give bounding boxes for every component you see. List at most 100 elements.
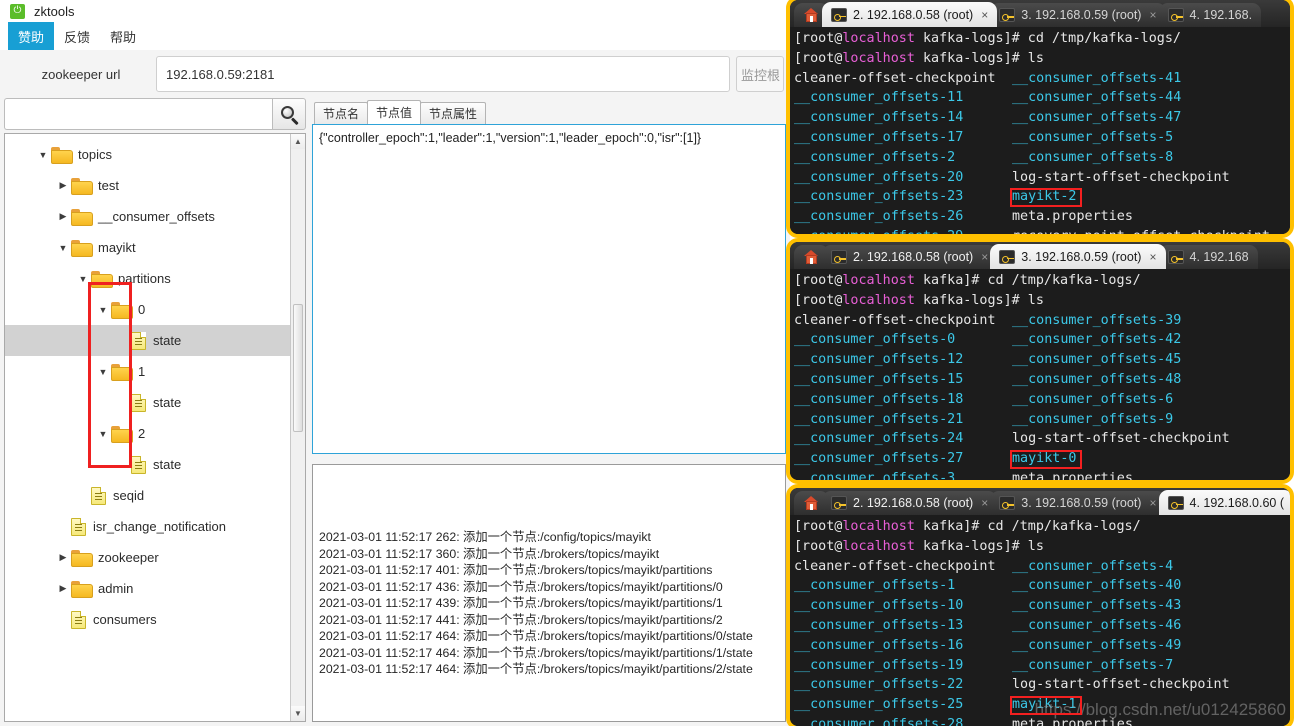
- tree-node-state[interactable]: ▶state: [5, 325, 290, 356]
- terminal-tab-2[interactable]: 3. 192.168.0.59 (root) ×: [990, 3, 1166, 27]
- terminal-output[interactable]: [root@localhost kafka]# cd /tmp/kafka-lo…: [790, 269, 1290, 480]
- tree-node-1[interactable]: ▼ 1: [5, 356, 290, 387]
- terminal-tab-label: 4. 192.168.: [1189, 8, 1253, 22]
- close-icon[interactable]: ×: [1149, 250, 1156, 264]
- search-button[interactable]: [272, 98, 306, 130]
- tab-node-attributes[interactable]: 节点属性: [420, 102, 487, 124]
- file-icon: [131, 393, 146, 412]
- tree-scrollbar[interactable]: ▲ ▼: [290, 134, 305, 721]
- terminal-output[interactable]: [root@localhost kafka-logs]# cd /tmp/kaf…: [790, 27, 1290, 234]
- terminal-listing-row: __consumer_offsets-23 mayikt-2: [794, 189, 1077, 205]
- chevron-right-icon[interactable]: ▶: [55, 552, 71, 563]
- app-title: zktools: [34, 3, 75, 19]
- terminal-tab-2[interactable]: 3. 192.168.0.59 (root) ×: [990, 244, 1166, 269]
- terminal-command-line: [root@localhost kafka-logs]# ls: [794, 538, 1044, 554]
- terminal-listing-row: __consumer_offsets-16 __consumer_offsets-…: [794, 637, 1182, 653]
- tree-node-label: mayikt: [98, 240, 136, 255]
- close-icon[interactable]: ×: [1149, 8, 1156, 22]
- monitor-root-button[interactable]: 监控根: [736, 56, 784, 92]
- tree-node-test[interactable]: ▶ test: [5, 170, 290, 201]
- terminal-command-line: [root@localhost kafka]# cd /tmp/kafka-lo…: [794, 273, 1141, 288]
- close-icon[interactable]: ×: [981, 496, 988, 510]
- tree-node-state[interactable]: ▶state: [5, 449, 290, 480]
- chevron-right-icon[interactable]: ▶: [55, 211, 71, 222]
- terminal-tab-3[interactable]: 4. 192.168.0.60 (: [1158, 490, 1290, 515]
- folder-icon: [71, 178, 93, 195]
- zookeeper-url-input[interactable]: 192.168.0.59:2181: [156, 56, 730, 92]
- search-icon: [280, 105, 299, 125]
- terminal-listing-row: __consumer_offsets-27 mayikt-0: [794, 451, 1077, 467]
- menu-item-feedback[interactable]: 反馈: [54, 22, 100, 50]
- node-value-textarea[interactable]: {"controller_epoch":1,"leader":1,"versio…: [312, 124, 786, 454]
- terminal-listing-row: __consumer_offsets-28 meta.properties: [794, 716, 1133, 726]
- terminal-tab-2[interactable]: 3. 192.168.0.59 (root) ×: [990, 491, 1166, 515]
- folder-icon: [111, 364, 133, 381]
- tree-node-seqid[interactable]: ▶seqid: [5, 480, 290, 511]
- terminal-tab-label: 3. 192.168.0.59 (root): [1021, 496, 1142, 510]
- file-icon: [71, 517, 86, 536]
- zookeeper-url-label: zookeeper url: [41, 66, 121, 82]
- terminal-listing-row: __consumer_offsets-20 log-start-offset-ch…: [794, 169, 1230, 185]
- key-icon: [831, 250, 847, 264]
- key-icon: [1167, 250, 1184, 264]
- tree-node-label: 1: [138, 364, 146, 379]
- scroll-track[interactable]: [291, 149, 305, 706]
- log-line: 2021-03-01 11:52:17 360: 添加一个节点:/brokers…: [319, 546, 660, 561]
- close-icon[interactable]: ×: [1149, 496, 1156, 510]
- scroll-thumb[interactable]: [293, 304, 303, 432]
- tree-node-label: 2: [138, 426, 146, 441]
- tab-node-name[interactable]: 节点名: [314, 102, 369, 124]
- terminal-tab-label: 4. 192.168: [1189, 250, 1249, 264]
- chevron-down-icon[interactable]: ▼: [75, 274, 91, 284]
- terminal-tab-3[interactable]: 4. 192.168.: [1158, 3, 1262, 27]
- terminal-listing-row: cleaner-offset-checkpoint __consumer_offs…: [794, 70, 1182, 86]
- file-icon: [131, 331, 146, 350]
- menu-item-sponsor[interactable]: 赞助: [8, 22, 55, 50]
- terminal-tab-3[interactable]: 4. 192.168: [1158, 245, 1258, 269]
- folder-icon: [71, 240, 93, 257]
- tree-node-2[interactable]: ▼ 2: [5, 418, 290, 449]
- terminal-tab-1[interactable]: 2. 192.168.0.58 (root) ×: [822, 245, 998, 269]
- terminal-tab-1[interactable]: 2. 192.168.0.58 (root) ×: [822, 2, 998, 27]
- chevron-right-icon[interactable]: ▶: [55, 180, 71, 191]
- tree-node-0[interactable]: ▼ 0: [5, 294, 290, 325]
- tree-node-label: isr_change_notification: [93, 519, 226, 534]
- key-icon: [831, 496, 847, 510]
- menu-item-help[interactable]: 帮助: [100, 22, 146, 50]
- tree-node-isr_change_notification[interactable]: ▶isr_change_notification: [5, 511, 290, 542]
- chevron-right-icon[interactable]: ▶: [55, 583, 71, 594]
- terminal-listing-row: __consumer_offsets-21 __consumer_offsets-…: [794, 411, 1174, 427]
- chevron-down-icon[interactable]: ▼: [95, 367, 111, 377]
- chevron-down-icon[interactable]: ▼: [55, 243, 71, 253]
- tree-node-mayikt[interactable]: ▼ mayikt: [5, 232, 290, 263]
- terminal-listing-row: __consumer_offsets-1 __consumer_offsets-4…: [794, 578, 1182, 594]
- chevron-down-icon[interactable]: ▼: [95, 305, 111, 315]
- close-icon[interactable]: ×: [981, 8, 988, 22]
- scroll-down-arrow[interactable]: ▼: [290, 706, 305, 721]
- tree-node-state[interactable]: ▶state: [5, 387, 290, 418]
- node-tree[interactable]: ▼ topics ▶ test ▶ __consumer_offsets ▼ mayikt ▼ p…: [5, 134, 290, 721]
- terminal-listing-row: __consumer_offsets-26 meta.properties: [794, 209, 1133, 225]
- home-icon: [804, 250, 819, 264]
- tree-node-topics[interactable]: ▼ topics: [5, 139, 290, 170]
- log-output[interactable]: 2021-03-01 11:52:17 262: 添加一个节点:/config/…: [313, 465, 785, 721]
- terminal-output[interactable]: [root@localhost kafka]# cd /tmp/kafka-lo…: [790, 515, 1290, 726]
- log-line: 2021-03-01 11:52:17 262: 添加一个节点:/config/…: [319, 530, 651, 544]
- scroll-up-arrow[interactable]: ▲: [290, 134, 305, 149]
- tree-node-admin[interactable]: ▶ admin: [5, 573, 290, 604]
- search-input[interactable]: [4, 98, 272, 130]
- terminal-listing-row: __consumer_offsets-18 __consumer_offsets-…: [794, 391, 1174, 407]
- close-icon[interactable]: ×: [981, 250, 988, 264]
- folder-icon: [71, 209, 93, 226]
- tree-node-partitions[interactable]: ▼ partitions: [5, 263, 290, 294]
- chevron-down-icon[interactable]: ▼: [95, 429, 111, 439]
- terminal-command-line: [root@localhost kafka-logs]# ls: [794, 292, 1044, 308]
- terminal-tab-1[interactable]: 2. 192.168.0.58 (root) ×: [822, 491, 998, 515]
- terminal-listing-row: cleaner-offset-checkpoint __consumer_offs…: [794, 312, 1182, 328]
- chevron-down-icon[interactable]: ▼: [35, 150, 51, 160]
- tab-node-value[interactable]: 节点值: [367, 100, 422, 124]
- folder-icon: [111, 302, 133, 319]
- tree-node-zookeeper[interactable]: ▶ zookeeper: [5, 542, 290, 573]
- tree-node-consumers[interactable]: ▶consumers: [5, 604, 290, 635]
- tree-node-__consumer_offsets[interactable]: ▶ __consumer_offsets: [5, 201, 290, 232]
